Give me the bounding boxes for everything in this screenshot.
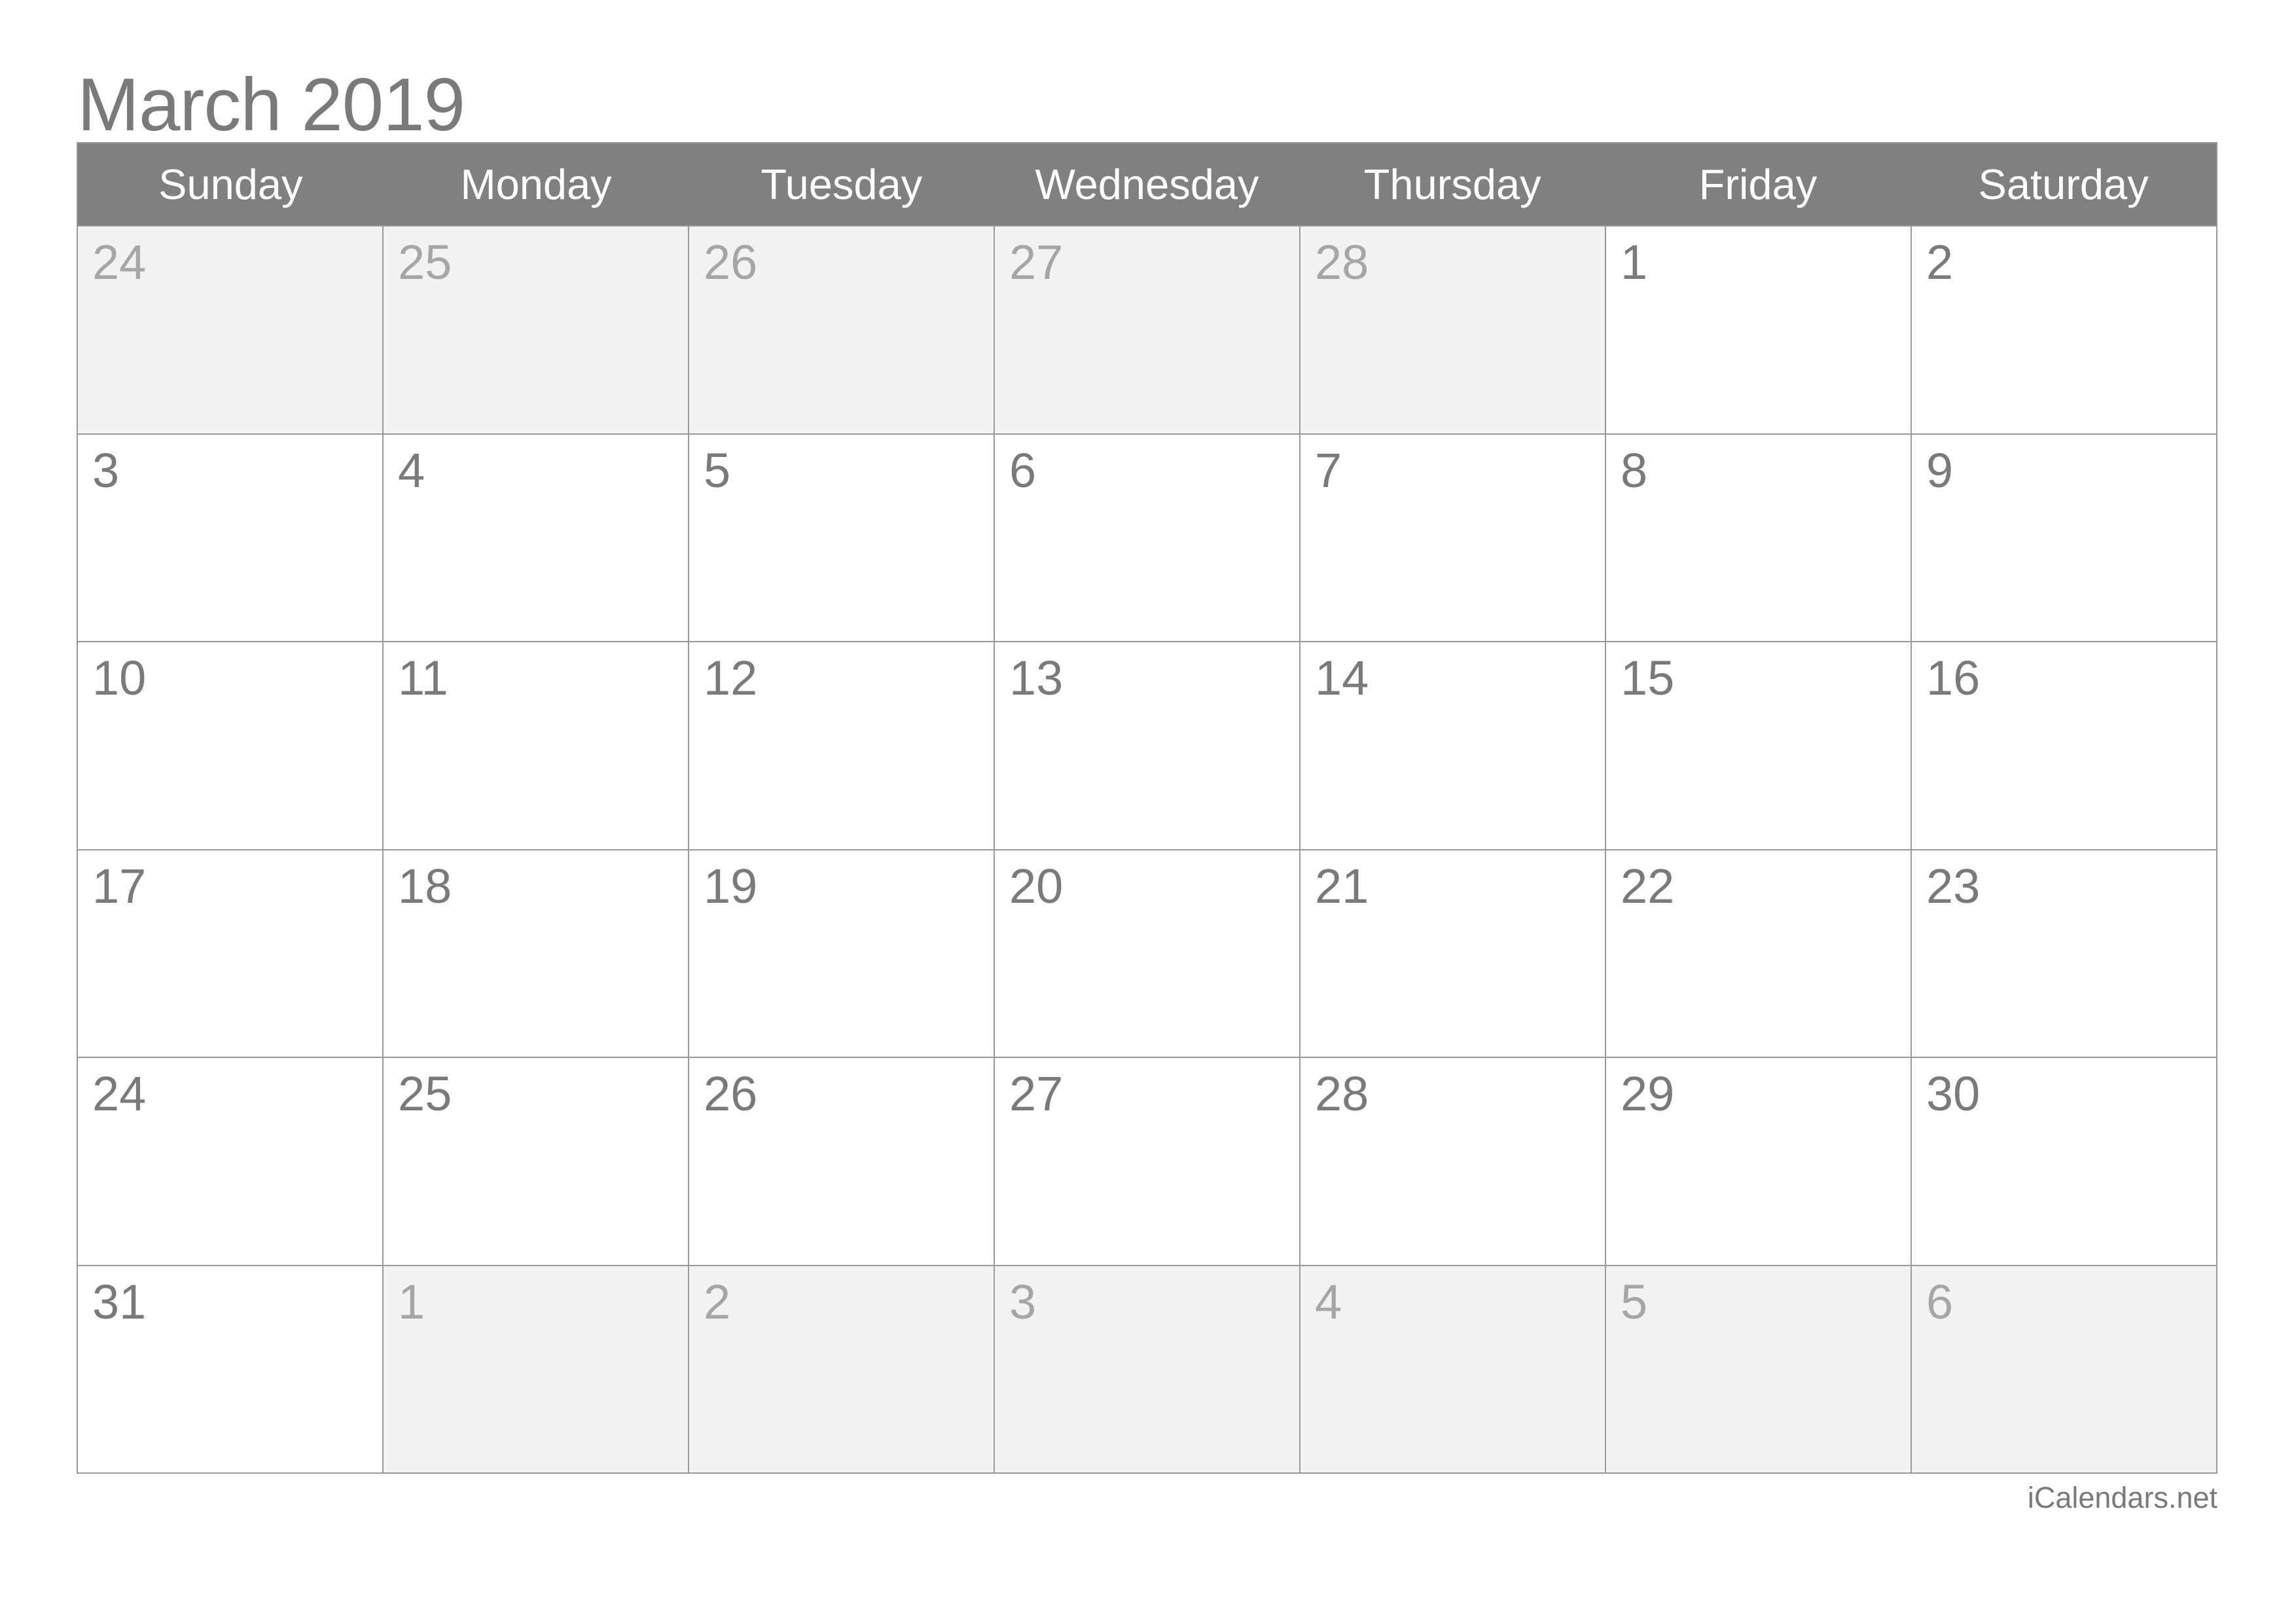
day-number: 22 [1621, 858, 1675, 913]
weekday-tuesday: Tuesday [761, 160, 923, 208]
day-cell[interactable]: 24 [78, 1058, 384, 1266]
day-cell-outside-month[interactable]: 4 [1300, 1266, 1606, 1474]
day-number: 16 [1926, 651, 1981, 705]
day-cell-outside-month[interactable]: 26 [689, 227, 995, 435]
footer-credit: iCalendars.net [2027, 1481, 2217, 1514]
weekday-saturday: Saturday [1978, 160, 2149, 208]
day-number: 28 [1315, 235, 1369, 289]
weekday-monday: Monday [460, 160, 612, 208]
day-cell[interactable]: 20 [995, 850, 1300, 1058]
day-cell[interactable]: 12 [689, 642, 995, 850]
day-cell[interactable]: 27 [995, 1058, 1300, 1266]
day-number: 21 [1315, 858, 1369, 913]
day-number: 3 [92, 443, 120, 498]
day-number: 12 [704, 651, 758, 705]
day-number: 15 [1621, 651, 1675, 705]
day-number: 6 [1009, 443, 1037, 498]
day-number: 13 [1009, 651, 1064, 705]
day-number: 29 [1621, 1067, 1675, 1121]
day-number: 24 [92, 235, 147, 289]
day-cell-outside-month[interactable]: 27 [995, 227, 1300, 435]
day-number: 5 [1621, 1274, 1648, 1329]
weekday-sunday: Sunday [158, 160, 303, 208]
day-cell-outside-month[interactable]: 2 [689, 1266, 995, 1474]
day-number: 6 [1926, 1274, 1954, 1329]
day-number: 11 [398, 651, 448, 705]
day-cell[interactable]: 15 [1606, 642, 1912, 850]
day-cell-outside-month[interactable]: 28 [1300, 227, 1606, 435]
day-number: 4 [1315, 1274, 1342, 1329]
weekday-friday: Friday [1698, 160, 1818, 208]
day-number: 28 [1315, 1067, 1369, 1121]
day-number: 9 [1926, 443, 1954, 498]
day-cell-outside-month[interactable]: 3 [995, 1266, 1300, 1474]
day-number: 5 [704, 443, 731, 498]
day-number: 30 [1926, 1067, 1981, 1121]
day-cell[interactable]: 6 [995, 434, 1300, 642]
day-cell[interactable]: 21 [1300, 850, 1606, 1058]
day-cell[interactable]: 25 [384, 1058, 689, 1266]
day-number: 7 [1315, 443, 1342, 498]
day-cell[interactable]: 4 [384, 434, 689, 642]
day-cell[interactable]: 19 [689, 850, 995, 1058]
day-cell-outside-month[interactable]: 6 [1912, 1266, 2217, 1474]
day-cell-outside-month[interactable]: 25 [384, 227, 689, 435]
day-number: 27 [1009, 1067, 1064, 1121]
day-cell[interactable]: 10 [78, 642, 384, 850]
day-cell[interactable]: 9 [1912, 434, 2217, 642]
weekday-header: Sunday Monday Tuesday Wednesday Thursday… [77, 142, 2217, 225]
day-cell[interactable]: 8 [1606, 434, 1912, 642]
day-cell[interactable]: 22 [1606, 850, 1912, 1058]
day-number: 18 [398, 858, 452, 913]
day-cell[interactable]: 29 [1606, 1058, 1912, 1266]
day-number: 10 [92, 651, 147, 705]
day-number: 25 [398, 1067, 452, 1121]
day-number: 24 [92, 1067, 147, 1121]
day-grid: 24 25 26 27 28 1 2 3 4 5 6 7 8 9 10 11 12 13 14 15 16 17 18 19 2… [77, 225, 2217, 1474]
day-cell[interactable]: 5 [689, 434, 995, 642]
day-cell[interactable]: 1 [1606, 227, 1912, 435]
day-number: 23 [1926, 858, 1981, 913]
day-number: 19 [704, 858, 758, 913]
day-number: 2 [1926, 235, 1954, 289]
day-cell[interactable]: 26 [689, 1058, 995, 1266]
day-cell[interactable]: 30 [1912, 1058, 2217, 1266]
day-cell[interactable]: 28 [1300, 1058, 1606, 1266]
day-cell[interactable]: 14 [1300, 642, 1606, 850]
day-cell[interactable]: 3 [78, 434, 384, 642]
day-cell[interactable]: 31 [78, 1266, 384, 1474]
day-number: 1 [398, 1274, 425, 1329]
day-cell-outside-month[interactable]: 1 [384, 1266, 689, 1474]
day-number: 26 [704, 1067, 758, 1121]
day-cell[interactable]: 7 [1300, 434, 1606, 642]
day-cell[interactable]: 2 [1912, 227, 2217, 435]
weekday-wednesday: Wednesday [1035, 160, 1259, 208]
day-number: 1 [1621, 235, 1648, 289]
day-cell[interactable]: 23 [1912, 850, 2217, 1058]
day-cell-outside-month[interactable]: 5 [1606, 1266, 1912, 1474]
day-number: 31 [92, 1274, 147, 1329]
day-number: 25 [398, 235, 452, 289]
day-number: 4 [398, 443, 425, 498]
day-number: 14 [1315, 651, 1369, 705]
month-calendar: Sunday Monday Tuesday Wednesday Thursday… [77, 142, 2217, 1474]
day-number: 2 [704, 1274, 731, 1329]
day-number: 20 [1009, 858, 1064, 913]
day-cell[interactable]: 11 [384, 642, 689, 850]
weekday-thursday: Thursday [1363, 160, 1541, 208]
day-number: 17 [92, 858, 147, 913]
day-cell[interactable]: 16 [1912, 642, 2217, 850]
day-number: 3 [1009, 1274, 1037, 1329]
day-number: 27 [1009, 235, 1064, 289]
day-cell[interactable]: 18 [384, 850, 689, 1058]
day-cell[interactable]: 13 [995, 642, 1300, 850]
day-number: 8 [1621, 443, 1648, 498]
calendar-title: March 2019 [77, 64, 465, 147]
day-cell[interactable]: 17 [78, 850, 384, 1058]
day-number: 26 [704, 235, 758, 289]
day-cell-outside-month[interactable]: 24 [78, 227, 384, 435]
